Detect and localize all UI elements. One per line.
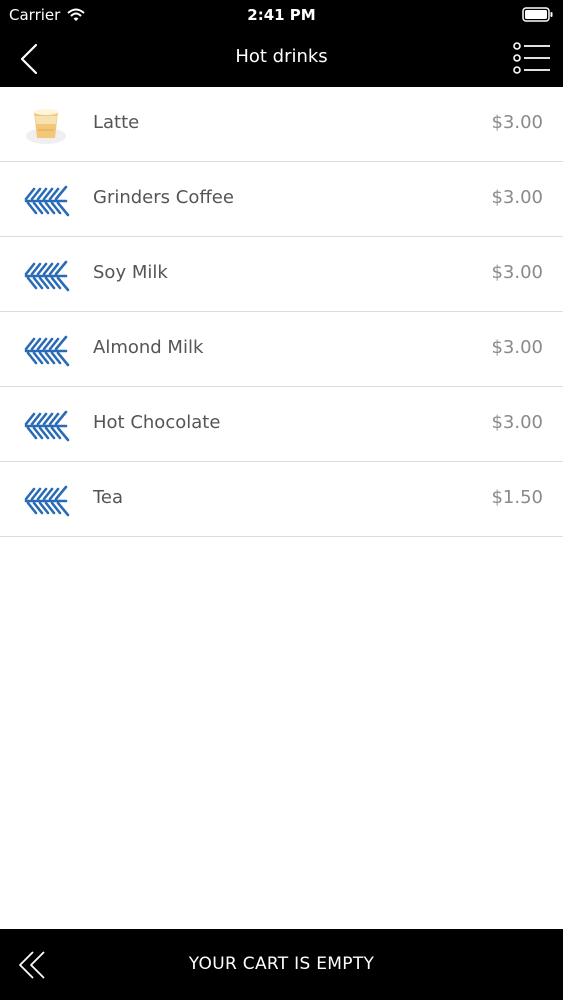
item-name: Tea: [93, 487, 124, 508]
item-name: Hot Chocolate: [93, 412, 221, 433]
battery-icon: [522, 7, 554, 26]
cart-status-label: YOUR CART IS EMPTY: [188, 954, 375, 974]
list-item-hot-chocolate[interactable]: Hot Chocolate $3.00: [0, 387, 563, 462]
nav-bar: Hot drinks: [0, 30, 563, 87]
list-item-grinders-coffee[interactable]: Grinders Coffee $3.00: [0, 162, 563, 237]
item-price: $3.00: [491, 412, 543, 433]
status-bar: Carrier 2:41 PM: [0, 0, 563, 30]
brand-logo-icon: [22, 329, 70, 369]
product-list: Latte $3.00 Grinders Coffee $3.00 Soy Mi…: [0, 87, 563, 537]
list-item-latte[interactable]: Latte $3.00: [0, 87, 563, 162]
list-item-tea[interactable]: Tea $1.50: [0, 462, 563, 537]
latte-cup-icon: [22, 104, 70, 144]
item-price: $3.00: [491, 337, 543, 358]
brand-logo-icon: [22, 404, 70, 444]
item-price: $3.00: [491, 262, 543, 283]
list-item-soy-milk[interactable]: Soy Milk $3.00: [0, 237, 563, 312]
list-item-almond-milk[interactable]: Almond Milk $3.00: [0, 312, 563, 387]
brand-logo-icon: [22, 254, 70, 294]
item-name: Latte: [93, 112, 140, 133]
item-name: Grinders Coffee: [93, 187, 234, 208]
item-name: Almond Milk: [93, 337, 204, 358]
item-name: Soy Milk: [93, 262, 168, 283]
page-title: Hot drinks: [235, 46, 328, 67]
brand-logo-icon: [22, 479, 70, 519]
item-price: $1.50: [491, 487, 543, 508]
brand-logo-icon: [22, 179, 70, 219]
status-time: 2:41 PM: [247, 6, 316, 24]
cart-bar[interactable]: YOUR CART IS EMPTY: [0, 929, 563, 1000]
item-price: $3.00: [491, 187, 543, 208]
item-price: $3.00: [491, 112, 543, 133]
list-menu-icon: [513, 42, 550, 74]
menu-button[interactable]: [513, 42, 551, 74]
